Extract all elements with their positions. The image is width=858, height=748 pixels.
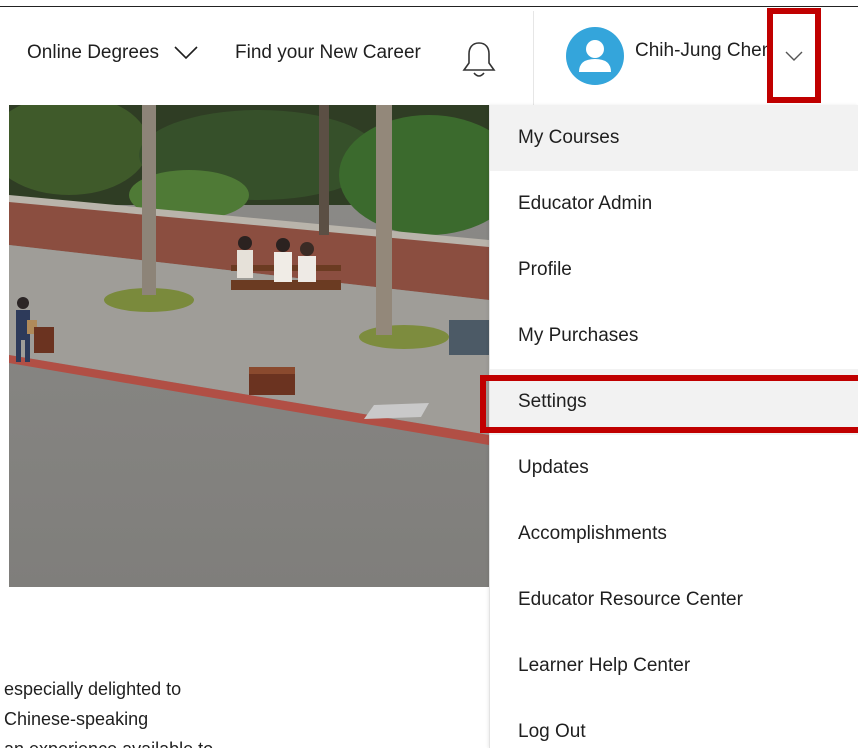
menu-item-educator-resource-center[interactable]: Educator Resource Center (490, 567, 858, 633)
bell-icon[interactable] (460, 39, 498, 81)
menu-item-updates[interactable]: Updates (490, 435, 858, 501)
nav-online-degrees-label: Online Degrees (27, 42, 160, 63)
nav-online-degrees[interactable]: Online Degrees (27, 42, 198, 64)
course-description: especially delighted to Chinese-speaking… (0, 674, 480, 748)
hero-image (9, 105, 489, 587)
user-avatar-icon (566, 27, 624, 85)
nav-find-career[interactable]: Find your New Career (235, 42, 421, 64)
chevron-down-icon (174, 46, 198, 60)
user-name: Chih-Jung Chen (635, 40, 773, 61)
menu-item-accomplishments[interactable]: Accomplishments (490, 501, 858, 567)
menu-item-my-courses[interactable]: My Courses (490, 105, 858, 171)
menu-item-learner-help-center[interactable]: Learner Help Center (490, 633, 858, 699)
description-line: especially delighted to (4, 679, 182, 699)
menu-item-profile[interactable]: Profile (490, 237, 858, 303)
menu-item-log-out[interactable]: Log Out (490, 699, 858, 748)
chevron-down-icon (785, 51, 803, 61)
account-dropdown-button[interactable] (767, 8, 821, 103)
settings-highlight-box (480, 375, 858, 433)
menu-item-my-purchases[interactable]: My Purchases (490, 303, 858, 369)
nav-find-career-label: Find your New Career (235, 42, 421, 63)
menu-item-educator-admin[interactable]: Educator Admin (490, 171, 858, 237)
description-line: Chinese-speaking (4, 709, 149, 729)
description-line: an experience available to (4, 734, 480, 748)
top-navigation-bar: Online Degrees Find your New Career Chih… (0, 7, 858, 105)
